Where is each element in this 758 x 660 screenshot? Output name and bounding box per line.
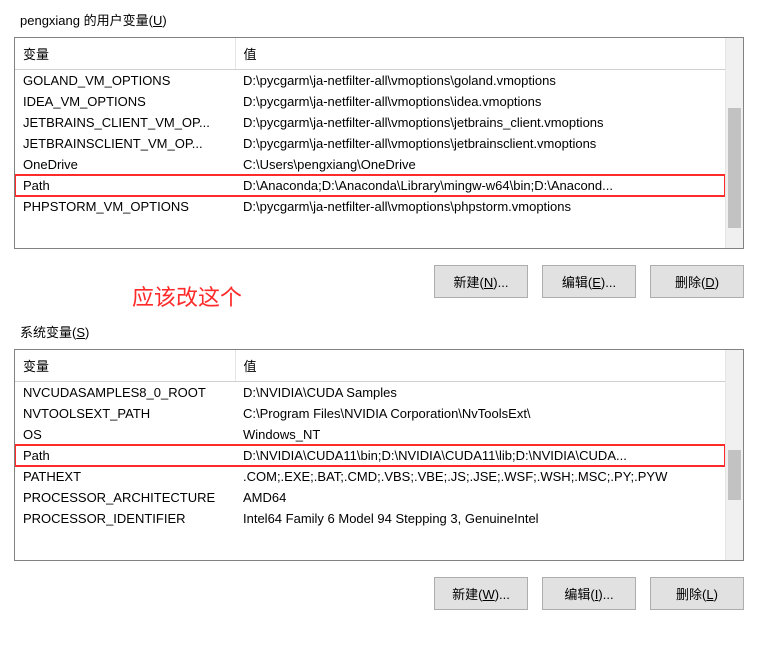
- user-vars-table: 变量 值 GOLAND_VM_OPTIONSD:\pycgarm\ja-netf…: [15, 38, 725, 217]
- var-value: AMD64: [235, 487, 725, 508]
- var-value: D:\pycgarm\ja-netfilter-all\vmoptions\id…: [235, 91, 725, 112]
- var-value: Intel64 Family 6 Model 94 Stepping 3, Ge…: [235, 508, 725, 529]
- var-value: C:\Program Files\NVIDIA Corporation\NvTo…: [235, 403, 725, 424]
- var-name: GOLAND_VM_OPTIONS: [15, 70, 235, 92]
- label-accel: S: [76, 325, 85, 340]
- user-new-button[interactable]: 新建(N)...: [434, 265, 528, 298]
- user-edit-button[interactable]: 编辑(E)...: [542, 265, 636, 298]
- var-name: PATHEXT: [15, 466, 235, 487]
- var-value: D:\pycgarm\ja-netfilter-all\vmoptions\je…: [235, 112, 725, 133]
- system-vars-scrollbar[interactable]: [725, 350, 743, 560]
- var-name: OS: [15, 424, 235, 445]
- table-row[interactable]: GOLAND_VM_OPTIONSD:\pycgarm\ja-netfilter…: [15, 70, 725, 92]
- system-vars-table: 变量 值 NVCUDASAMPLES8_0_ROOTD:\NVIDIA\CUDA…: [15, 350, 725, 529]
- var-name: IDEA_VM_OPTIONS: [15, 91, 235, 112]
- system-variables-panel: 系统变量(S) 变量 值 NVCUDASAMPLES8_0_ROOTD:\NVI…: [0, 312, 758, 624]
- var-value: C:\Users\pengxiang\OneDrive: [235, 154, 725, 175]
- var-value: D:\NVIDIA\CUDA Samples: [235, 382, 725, 404]
- var-value: Windows_NT: [235, 424, 725, 445]
- system-vars-buttons: 新建(W)... 编辑(I)... 删除(L): [14, 561, 744, 620]
- table-row[interactable]: NVTOOLSEXT_PATHC:\Program Files\NVIDIA C…: [15, 403, 725, 424]
- col-header-name[interactable]: 变量: [15, 38, 235, 70]
- var-name: PROCESSOR_IDENTIFIER: [15, 508, 235, 529]
- system-vars-label: 系统变量(S): [20, 322, 744, 341]
- var-value: D:\pycgarm\ja-netfilter-all\vmoptions\go…: [235, 70, 725, 92]
- table-row[interactable]: PATHEXT.COM;.EXE;.BAT;.CMD;.VBS;.VBE;.JS…: [15, 466, 725, 487]
- col-header-name[interactable]: 变量: [15, 350, 235, 382]
- label-accel: U: [153, 13, 162, 28]
- table-row[interactable]: PROCESSOR_IDENTIFIERIntel64 Family 6 Mod…: [15, 508, 725, 529]
- label-text: 系统变量(: [20, 325, 76, 340]
- scroll-thumb[interactable]: [728, 450, 741, 500]
- table-row[interactable]: PHPSTORM_VM_OPTIONSD:\pycgarm\ja-netfilt…: [15, 196, 725, 217]
- label-suffix: ): [85, 325, 89, 340]
- sys-edit-button[interactable]: 编辑(I)...: [542, 577, 636, 610]
- var-value: D:\pycgarm\ja-netfilter-all\vmoptions\je…: [235, 133, 725, 154]
- table-row[interactable]: IDEA_VM_OPTIONSD:\pycgarm\ja-netfilter-a…: [15, 91, 725, 112]
- table-row[interactable]: JETBRAINSCLIENT_VM_OP...D:\pycgarm\ja-ne…: [15, 133, 725, 154]
- table-row[interactable]: PathD:\Anaconda;D:\Anaconda\Library\ming…: [15, 175, 725, 196]
- user-vars-label: pengxiang 的用户变量(U): [20, 10, 744, 29]
- var-name: NVTOOLSEXT_PATH: [15, 403, 235, 424]
- var-value: D:\Anaconda;D:\Anaconda\Library\mingw-w6…: [235, 175, 725, 196]
- table-row[interactable]: PROCESSOR_ARCHITECTUREAMD64: [15, 487, 725, 508]
- var-name: PROCESSOR_ARCHITECTURE: [15, 487, 235, 508]
- var-value: D:\pycgarm\ja-netfilter-all\vmoptions\ph…: [235, 196, 725, 217]
- table-row[interactable]: JETBRAINS_CLIENT_VM_OP...D:\pycgarm\ja-n…: [15, 112, 725, 133]
- user-delete-button[interactable]: 删除(D): [650, 265, 744, 298]
- table-row[interactable]: PathD:\NVIDIA\CUDA11\bin;D:\NVIDIA\CUDA1…: [15, 445, 725, 466]
- var-name: NVCUDASAMPLES8_0_ROOT: [15, 382, 235, 404]
- system-vars-list[interactable]: 变量 值 NVCUDASAMPLES8_0_ROOTD:\NVIDIA\CUDA…: [14, 349, 744, 561]
- var-name: JETBRAINSCLIENT_VM_OP...: [15, 133, 235, 154]
- user-vars-buttons: 新建(N)... 编辑(E)... 删除(D): [14, 249, 744, 308]
- var-name: OneDrive: [15, 154, 235, 175]
- col-header-value[interactable]: 值: [235, 38, 725, 70]
- var-name: Path: [15, 445, 235, 466]
- table-row[interactable]: NVCUDASAMPLES8_0_ROOTD:\NVIDIA\CUDA Samp…: [15, 382, 725, 404]
- var-name: Path: [15, 175, 235, 196]
- var-name: JETBRAINS_CLIENT_VM_OP...: [15, 112, 235, 133]
- user-variables-panel: pengxiang 的用户变量(U) 变量 值 GOLAND_VM_OPTION…: [0, 0, 758, 312]
- user-vars-list[interactable]: 变量 值 GOLAND_VM_OPTIONSD:\pycgarm\ja-netf…: [14, 37, 744, 249]
- var-value: D:\NVIDIA\CUDA11\bin;D:\NVIDIA\CUDA11\li…: [235, 445, 725, 466]
- scroll-thumb[interactable]: [728, 108, 741, 228]
- label-suffix: ): [162, 13, 166, 28]
- var-value: .COM;.EXE;.BAT;.CMD;.VBS;.VBE;.JS;.JSE;.…: [235, 466, 725, 487]
- table-row[interactable]: OSWindows_NT: [15, 424, 725, 445]
- var-name: PHPSTORM_VM_OPTIONS: [15, 196, 235, 217]
- label-text: pengxiang 的用户变量(: [20, 13, 153, 28]
- col-header-value[interactable]: 值: [235, 350, 725, 382]
- user-vars-scrollbar[interactable]: [725, 38, 743, 248]
- sys-delete-button[interactable]: 删除(L): [650, 577, 744, 610]
- sys-new-button[interactable]: 新建(W)...: [434, 577, 528, 610]
- table-row[interactable]: OneDriveC:\Users\pengxiang\OneDrive: [15, 154, 725, 175]
